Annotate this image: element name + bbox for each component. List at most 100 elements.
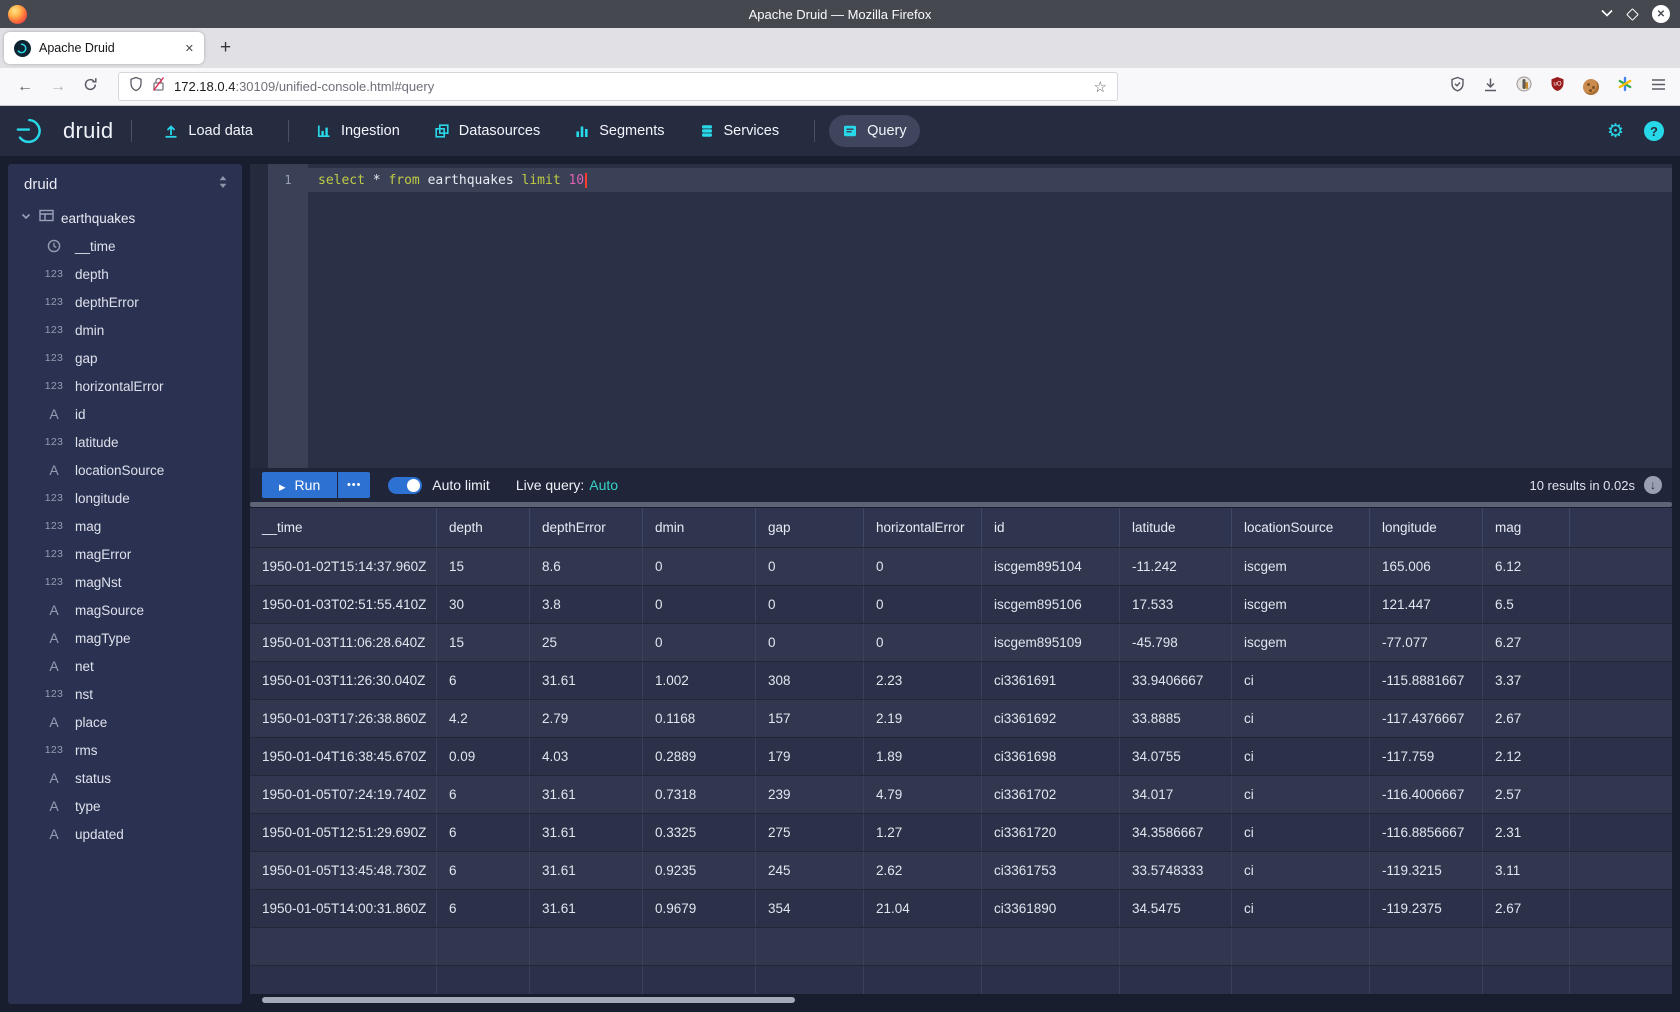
- horizontal-scrollbar[interactable]: [262, 997, 795, 1003]
- column-header-mag[interactable]: mag: [1483, 508, 1570, 547]
- table-cell[interactable]: 0: [864, 586, 982, 623]
- nav-item-ingestion[interactable]: Ingestion: [303, 115, 413, 147]
- table-cell[interactable]: 239: [756, 776, 864, 813]
- nav-item-load-data[interactable]: Load data: [150, 115, 266, 147]
- table-cell[interactable]: 2.19: [864, 700, 982, 737]
- tab-close-icon[interactable]: [185, 42, 194, 55]
- table-cell[interactable]: ci3361702: [982, 776, 1120, 813]
- column-header-dmin[interactable]: dmin: [643, 508, 756, 547]
- ublock-icon[interactable]: uO: [1550, 76, 1565, 97]
- table-cell[interactable]: 2.67: [1483, 890, 1570, 927]
- table-cell[interactable]: 31.61: [530, 776, 643, 813]
- table-cell[interactable]: ci3361890: [982, 890, 1120, 927]
- live-query-value[interactable]: Auto: [589, 477, 618, 493]
- table-cell[interactable]: 3.37: [1483, 662, 1570, 699]
- table-cell[interactable]: 1950-01-03T02:51:55.410Z: [250, 586, 437, 623]
- table-cell[interactable]: 15: [437, 624, 530, 661]
- table-cell[interactable]: 354: [756, 890, 864, 927]
- table-cell[interactable]: 1.002: [643, 662, 756, 699]
- run-button[interactable]: Run: [262, 472, 337, 498]
- column-item-place[interactable]: Aplace: [8, 708, 242, 736]
- table-cell[interactable]: 0: [756, 548, 864, 585]
- help-icon[interactable]: [1644, 121, 1664, 141]
- table-cell[interactable]: 15: [437, 548, 530, 585]
- table-cell[interactable]: -77.077: [1370, 624, 1483, 661]
- column-header-latitude[interactable]: latitude: [1120, 508, 1232, 547]
- table-cell[interactable]: 21.04: [864, 890, 982, 927]
- table-cell[interactable]: ci: [1232, 738, 1370, 775]
- column-item-magNst[interactable]: 123magNst: [8, 568, 242, 596]
- column-header-depthError[interactable]: depthError: [530, 508, 643, 547]
- table-cell[interactable]: iscgem: [1232, 548, 1370, 585]
- table-cell[interactable]: 0: [756, 586, 864, 623]
- colorful-asterisk-extension-icon[interactable]: [1617, 76, 1633, 97]
- column-item-depthError[interactable]: 123depthError: [8, 288, 242, 316]
- nav-item-query[interactable]: Query: [829, 115, 920, 147]
- column-item-dmin[interactable]: 123dmin: [8, 316, 242, 344]
- table-cell[interactable]: 6.12: [1483, 548, 1570, 585]
- column-header-gap[interactable]: gap: [756, 508, 864, 547]
- table-cell[interactable]: 165.006: [1370, 548, 1483, 585]
- table-cell[interactable]: ci: [1232, 852, 1370, 889]
- table-cell[interactable]: 1950-01-02T15:14:37.960Z: [250, 548, 437, 585]
- table-cell[interactable]: 1950-01-04T16:38:45.670Z: [250, 738, 437, 775]
- table-cell[interactable]: ci3361692: [982, 700, 1120, 737]
- nav-item-datasources[interactable]: Datasources: [421, 115, 553, 147]
- table-cell[interactable]: 1950-01-05T14:00:31.860Z: [250, 890, 437, 927]
- table-cell[interactable]: 308: [756, 662, 864, 699]
- table-cell[interactable]: 0.9235: [643, 852, 756, 889]
- table-cell[interactable]: 4.79: [864, 776, 982, 813]
- table-cell[interactable]: 33.8885: [1120, 700, 1232, 737]
- table-cell[interactable]: 0: [643, 586, 756, 623]
- table-cell[interactable]: -117.4376667: [1370, 700, 1483, 737]
- table-item-earthquakes[interactable]: earthquakes: [8, 204, 242, 232]
- column-item-magSource[interactable]: AmagSource: [8, 596, 242, 624]
- table-cell[interactable]: 2.79: [530, 700, 643, 737]
- column-item-magError[interactable]: 123magError: [8, 540, 242, 568]
- table-cell[interactable]: 2.12: [1483, 738, 1570, 775]
- table-cell[interactable]: ci: [1232, 662, 1370, 699]
- table-cell[interactable]: 1950-01-03T17:26:38.860Z: [250, 700, 437, 737]
- table-cell[interactable]: 0.3325: [643, 814, 756, 851]
- table-cell[interactable]: 6.5: [1483, 586, 1570, 623]
- column-header-id[interactable]: id: [982, 508, 1120, 547]
- column-item-mag[interactable]: 123mag: [8, 512, 242, 540]
- table-cell[interactable]: -116.8856667: [1370, 814, 1483, 851]
- table-cell[interactable]: 34.0755: [1120, 738, 1232, 775]
- column-item-horizontalError[interactable]: 123horizontalError: [8, 372, 242, 400]
- table-cell[interactable]: iscgem895109: [982, 624, 1120, 661]
- chevron-down-icon[interactable]: [20, 209, 32, 227]
- table-cell[interactable]: -11.242: [1120, 548, 1232, 585]
- table-cell[interactable]: 3.8: [530, 586, 643, 623]
- table-cell[interactable]: 2.57: [1483, 776, 1570, 813]
- table-cell[interactable]: 6: [437, 852, 530, 889]
- table-cell[interactable]: -117.759: [1370, 738, 1483, 775]
- table-cell[interactable]: 0: [643, 624, 756, 661]
- table-cell[interactable]: 31.61: [530, 890, 643, 927]
- column-header-__time[interactable]: __time: [250, 508, 437, 547]
- download-results-icon[interactable]: [1644, 476, 1662, 494]
- nav-item-services[interactable]: Services: [686, 115, 793, 147]
- table-cell[interactable]: 1950-01-05T13:45:48.730Z: [250, 852, 437, 889]
- hamburger-menu-icon[interactable]: [1651, 78, 1666, 96]
- table-cell[interactable]: 1950-01-05T07:24:19.740Z: [250, 776, 437, 813]
- table-cell[interactable]: iscgem895104: [982, 548, 1120, 585]
- column-item-locationSource[interactable]: AlocationSource: [8, 456, 242, 484]
- table-cell[interactable]: 6: [437, 890, 530, 927]
- back-icon[interactable]: [17, 79, 33, 95]
- table-cell[interactable]: 6: [437, 814, 530, 851]
- column-item-status[interactable]: Astatus: [8, 764, 242, 792]
- nav-item-segments[interactable]: Segments: [561, 115, 677, 147]
- table-cell[interactable]: 1950-01-03T11:06:28.640Z: [250, 624, 437, 661]
- column-item-__time[interactable]: __time: [8, 232, 242, 260]
- table-cell[interactable]: -119.2375: [1370, 890, 1483, 927]
- column-item-net[interactable]: Anet: [8, 652, 242, 680]
- minimize-icon[interactable]: [1601, 5, 1613, 23]
- table-cell[interactable]: 6: [437, 776, 530, 813]
- column-header-horizontalError[interactable]: horizontalError: [864, 508, 982, 547]
- tracking-shield-icon[interactable]: [129, 76, 143, 97]
- browser-tab[interactable]: Apache Druid: [4, 32, 204, 64]
- table-cell[interactable]: 0.1168: [643, 700, 756, 737]
- table-cell[interactable]: ci3361691: [982, 662, 1120, 699]
- table-cell[interactable]: -116.4006667: [1370, 776, 1483, 813]
